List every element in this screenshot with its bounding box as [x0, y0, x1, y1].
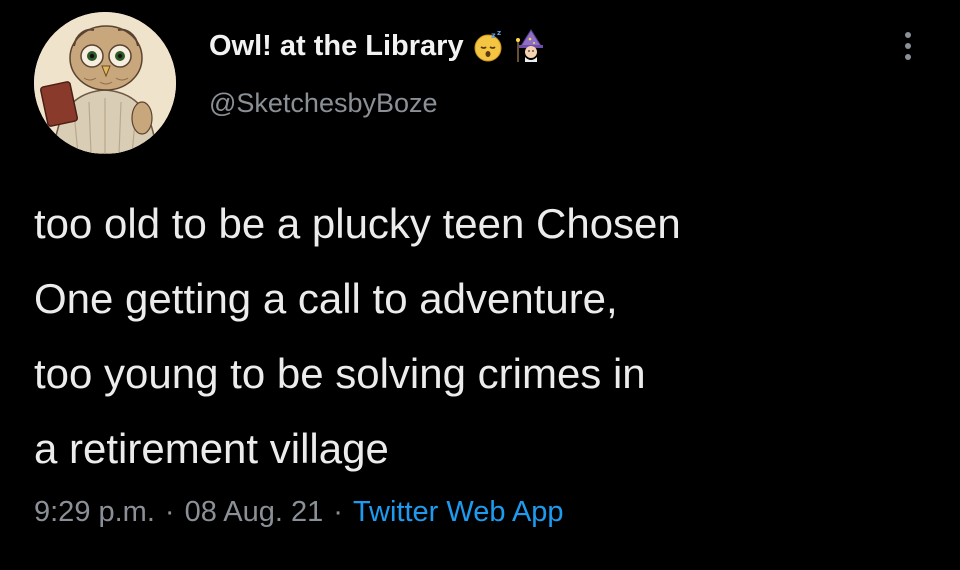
meta-separator: ·	[333, 496, 343, 528]
more-dot	[905, 43, 911, 49]
tweet-text-line: One getting a call to adventure,	[34, 275, 618, 322]
tweet-meta: 9:29 p.m. · 08 Aug. 21 · Twitter Web App	[34, 496, 564, 529]
tweet-text-line: too young to be solving crimes in	[34, 350, 646, 397]
display-name[interactable]: Owl! at the Library	[209, 30, 464, 63]
more-dot	[905, 54, 911, 60]
tweet-card: Owl! at the Library z z @SketchesbyBoze …	[0, 0, 960, 570]
avatar[interactable]	[34, 12, 176, 154]
tweet-text-line: too old to be a plucky teen Chosen	[34, 200, 681, 247]
display-name-row: Owl! at the Library z z	[209, 22, 548, 70]
more-dot	[905, 32, 911, 38]
tweet-time[interactable]: 9:29 p.m.	[34, 496, 155, 529]
handle[interactable]: @SketchesbyBoze	[209, 88, 438, 119]
svg-text:z: z	[497, 29, 501, 37]
tweet-text-line: a retirement village	[34, 425, 389, 472]
meta-separator: ·	[164, 496, 175, 528]
svg-text:z: z	[491, 31, 496, 40]
tweet-date[interactable]: 08 Aug. 21	[185, 496, 324, 529]
owl-avatar-icon	[34, 12, 176, 154]
wizard-emoji-icon	[514, 29, 548, 63]
sleeping-face-emoji-icon: z z	[472, 29, 506, 63]
tweet-source-link[interactable]: Twitter Web App	[353, 496, 564, 529]
more-options-icon[interactable]	[895, 26, 921, 66]
tweet-text: too old to be a plucky teen Chosen One g…	[34, 186, 934, 486]
